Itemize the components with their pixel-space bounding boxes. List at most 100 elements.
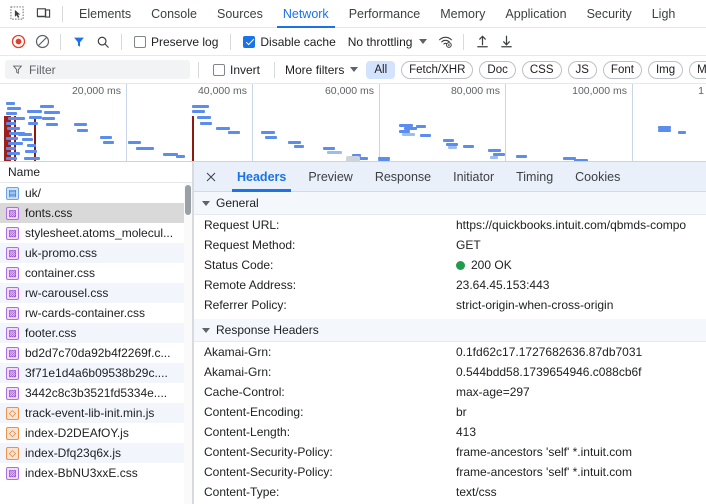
filter-funnel-icon[interactable] <box>67 30 91 54</box>
table-row[interactable]: ▨ fonts.css <box>0 203 192 223</box>
header-value: text/css <box>456 485 497 499</box>
header-value: 23.64.45.153:443 <box>456 278 550 292</box>
request-name: fonts.css <box>25 206 73 220</box>
timeline-tick-label: 80,000 ms <box>450 85 500 97</box>
request-name: uk-promo.css <box>25 246 98 260</box>
table-row[interactable]: ▤ uk/ <box>0 183 192 203</box>
tab-lighthouse[interactable]: Ligh <box>642 0 686 28</box>
throttling-value: No throttling <box>347 34 413 49</box>
header-row: Akamai-Grn: 0.544bdd58.1739654946.c088cb… <box>194 362 706 382</box>
tab-memory[interactable]: Memory <box>430 0 495 28</box>
timeline-tick-label: 40,000 ms <box>197 85 247 97</box>
table-row[interactable]: ◇ index-D2DEAfOY.js <box>0 423 192 443</box>
table-row[interactable]: ◇ index-Dfq23q6x.js <box>0 443 192 463</box>
header-value: GET <box>456 238 481 252</box>
tab-performance[interactable]: Performance <box>339 0 431 28</box>
filter-chip-css[interactable]: CSS <box>521 60 562 79</box>
request-list-scrollbar-thumb[interactable] <box>185 185 191 215</box>
wifi-settings-icon[interactable] <box>433 30 457 54</box>
table-row[interactable]: ◇ track-event-lib-init.min.js <box>0 403 192 423</box>
request-list-header[interactable]: Name <box>0 162 192 183</box>
import-har-icon[interactable] <box>470 30 494 54</box>
table-row[interactable]: ▨ stylesheet.atoms_molecul... <box>0 223 192 243</box>
header-key: Akamai-Grn: <box>204 345 272 359</box>
filter-chip-media[interactable]: Media <box>689 60 706 79</box>
table-row[interactable]: ▨ rw-cards-container.css <box>0 303 192 323</box>
chevron-down-icon <box>202 200 210 206</box>
invert-checkbox-box <box>213 63 225 76</box>
table-row[interactable]: ▨ container.css <box>0 263 192 283</box>
table-row[interactable]: ▨ index-BbNU3xxE.css <box>0 463 192 483</box>
tab-console[interactable]: Console <box>141 0 207 28</box>
table-row[interactable]: ▨ uk-promo.css <box>0 243 192 263</box>
tab-cookies[interactable]: Cookies <box>564 162 631 192</box>
tab-security[interactable]: Security <box>577 0 642 28</box>
tab-response[interactable]: Response <box>364 162 442 192</box>
filter-chip-all[interactable]: All <box>366 60 396 79</box>
status-badge: 200 OK <box>456 258 512 272</box>
header-key: Cache-Control: <box>204 385 285 399</box>
request-name: stylesheet.atoms_molecul... <box>25 226 174 240</box>
status-ok-icon <box>456 260 465 270</box>
throttling-select[interactable]: No throttling <box>342 30 434 54</box>
close-icon[interactable] <box>200 166 222 188</box>
toolbar-divider-3 <box>230 33 232 50</box>
header-key: Content-Security-Policy: <box>204 445 333 459</box>
tab-timing[interactable]: Timing <box>505 162 564 192</box>
device-toolbar-icon[interactable] <box>30 1 56 27</box>
tab-preview[interactable]: Preview <box>297 162 363 192</box>
header-value: 0.1fd62c17.1727682636.87db7031 <box>456 345 643 359</box>
filter-chip-img[interactable]: Img <box>647 60 684 79</box>
tab-initiator[interactable]: Initiator <box>442 162 505 192</box>
section-title: Response Headers <box>216 323 319 337</box>
section-header-response-headers[interactable]: Response Headers <box>194 319 706 342</box>
header-key: Request URL: <box>204 218 280 232</box>
filter-chip-fetch-xhr[interactable]: Fetch/XHR <box>401 60 474 79</box>
stylesheet-icon: ▨ <box>6 466 19 480</box>
table-row[interactable]: ▨ footer.css <box>0 323 192 343</box>
network-overview-timeline[interactable]: 20,000 ms 40,000 ms 60,000 ms 80,000 ms … <box>0 84 706 162</box>
tab-application[interactable]: Application <box>495 0 576 28</box>
search-icon[interactable] <box>91 30 115 54</box>
column-header-name: Name <box>8 165 41 179</box>
toolbar-divider-1 <box>60 33 61 50</box>
export-har-icon[interactable] <box>494 30 518 54</box>
devtools-tabbar: Elements Console Sources Network Perform… <box>0 0 706 28</box>
table-row[interactable]: ▨ 3f71e1d4a6b09538b29c.... <box>0 363 192 383</box>
header-row: Content-Length: 413 <box>194 422 706 442</box>
clear-network-log-icon[interactable] <box>30 30 54 54</box>
invert-checkbox[interactable]: Invert <box>207 58 266 82</box>
table-row[interactable]: ▨ 3442c8c3b3521fd5334e.... <box>0 383 192 403</box>
request-list-scrollbar[interactable] <box>184 183 192 504</box>
record-stop-icon[interactable] <box>6 30 30 54</box>
tab-headers[interactable]: Headers <box>226 162 297 192</box>
section-header-general[interactable]: General <box>194 192 706 215</box>
section-title: General <box>216 196 259 210</box>
filter-chip-js[interactable]: JS <box>567 60 597 79</box>
stylesheet-icon: ▨ <box>6 366 19 380</box>
request-details-panel: Headers Preview Response Initiator Timin… <box>193 162 706 504</box>
more-filters-dropdown[interactable]: More filters <box>283 63 360 77</box>
header-value: https://quickbooks.intuit.com/qbmds-comp… <box>456 218 687 232</box>
inspect-cursor-icon[interactable] <box>4 1 30 27</box>
filter-chip-doc[interactable]: Doc <box>479 60 516 79</box>
filter-chip-font[interactable]: Font <box>602 60 642 79</box>
tab-network[interactable]: Network <box>273 0 339 28</box>
request-name: index-BbNU3xxE.css <box>25 466 138 480</box>
toolbar-divider-2 <box>121 33 122 50</box>
status-code-text: 200 OK <box>471 258 512 272</box>
header-key: Content-Type: <box>204 485 280 499</box>
tabbar-divider <box>62 5 63 22</box>
toolbar-divider-4 <box>463 33 465 50</box>
disable-cache-checkbox[interactable]: Disable cache <box>237 30 341 54</box>
preserve-log-checkbox[interactable]: Preserve log <box>128 30 224 54</box>
preserve-log-label: Preserve log <box>151 34 219 49</box>
header-row: Remote Address: 23.64.45.153:443 <box>194 275 706 295</box>
tab-sources[interactable]: Sources <box>207 0 273 28</box>
tab-elements[interactable]: Elements <box>69 0 141 28</box>
search-input[interactable]: Filter <box>5 60 190 79</box>
table-row[interactable]: ▨ bd2d7c70da92b4f2269f.c... <box>0 343 192 363</box>
stylesheet-icon: ▨ <box>6 346 19 360</box>
filterbar-divider-2 <box>274 61 276 78</box>
table-row[interactable]: ▨ rw-carousel.css <box>0 283 192 303</box>
